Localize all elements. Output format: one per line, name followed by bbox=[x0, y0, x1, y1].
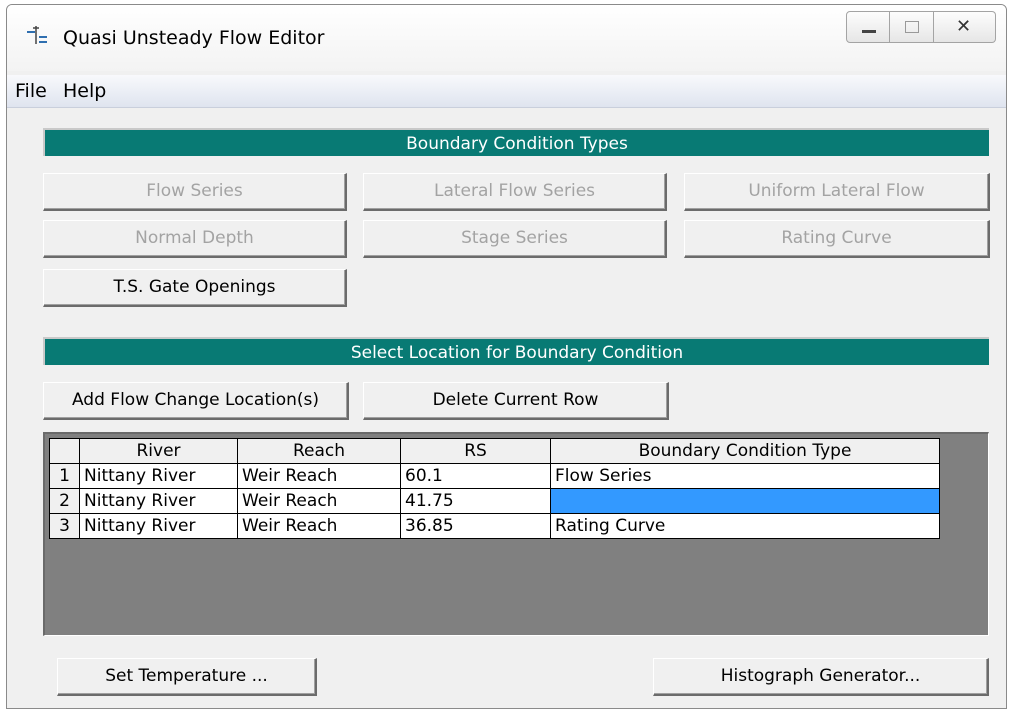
column-header-boundary-condition-type[interactable]: Boundary Condition Type bbox=[550, 438, 940, 464]
histograph-generator-button[interactable]: Histograph Generator... bbox=[653, 658, 989, 696]
table-header-row: River Reach RS Boundary Condition Type bbox=[49, 438, 940, 464]
river-cell[interactable]: Nittany River bbox=[79, 463, 238, 489]
normal-depth-button[interactable]: Normal Depth bbox=[43, 220, 347, 258]
rs-cell[interactable]: 41.75 bbox=[400, 488, 551, 514]
app-icon bbox=[27, 26, 47, 44]
reach-cell[interactable]: Weir Reach bbox=[237, 488, 401, 514]
stage-series-button[interactable]: Stage Series bbox=[363, 220, 667, 258]
rating-curve-button[interactable]: Rating Curve bbox=[684, 220, 990, 258]
row-number[interactable]: 3 bbox=[49, 513, 80, 539]
menu-help[interactable]: Help bbox=[63, 80, 106, 102]
rs-cell[interactable]: 36.85 bbox=[400, 513, 551, 539]
flow-series-button[interactable]: Flow Series bbox=[43, 173, 347, 211]
river-cell[interactable]: Nittany River bbox=[79, 513, 238, 539]
rs-cell[interactable]: 60.1 bbox=[400, 463, 551, 489]
column-header-river[interactable]: River bbox=[79, 438, 238, 464]
row-number[interactable]: 1 bbox=[49, 463, 80, 489]
boundary-condition-types-header: Boundary Condition Types bbox=[43, 128, 989, 156]
bc-type-cell[interactable]: Rating Curve bbox=[550, 513, 940, 539]
bc-type-cell[interactable]: Flow Series bbox=[550, 463, 940, 489]
table-row[interactable]: 2 Nittany River Weir Reach 41.75 bbox=[49, 488, 940, 514]
quasi-unsteady-flow-editor-window: Quasi Unsteady Flow Editor File Help Bou… bbox=[6, 4, 1007, 709]
table-corner-cell[interactable] bbox=[49, 438, 80, 464]
table-row[interactable]: 1 Nittany River Weir Reach 60.1 Flow Ser… bbox=[49, 463, 940, 489]
select-location-header: Select Location for Boundary Condition bbox=[43, 337, 989, 365]
delete-current-row-button[interactable]: Delete Current Row bbox=[363, 382, 669, 420]
lateral-flow-series-button[interactable]: Lateral Flow Series bbox=[363, 173, 667, 211]
reach-cell[interactable]: Weir Reach bbox=[237, 513, 401, 539]
uniform-lateral-flow-button[interactable]: Uniform Lateral Flow bbox=[684, 173, 990, 211]
set-temperature-button[interactable]: Set Temperature ... bbox=[57, 658, 317, 696]
bc-type-cell-selected[interactable] bbox=[550, 488, 940, 514]
window-title: Quasi Unsteady Flow Editor bbox=[63, 27, 325, 49]
boundary-locations-grid: River Reach RS Boundary Condition Type 1… bbox=[43, 432, 989, 636]
maximize-button[interactable] bbox=[890, 11, 934, 43]
column-header-rs[interactable]: RS bbox=[400, 438, 551, 464]
table-row[interactable]: 3 Nittany River Weir Reach 36.85 Rating … bbox=[49, 513, 940, 539]
row-number[interactable]: 2 bbox=[49, 488, 80, 514]
menu-bar: File Help bbox=[7, 75, 1006, 108]
menu-file[interactable]: File bbox=[15, 80, 47, 102]
minimize-button[interactable] bbox=[846, 11, 890, 43]
ts-gate-openings-button[interactable]: T.S. Gate Openings bbox=[43, 269, 347, 307]
column-header-reach[interactable]: Reach bbox=[237, 438, 401, 464]
title-bar[interactable]: Quasi Unsteady Flow Editor bbox=[7, 5, 1006, 71]
reach-cell[interactable]: Weir Reach bbox=[237, 463, 401, 489]
river-cell[interactable]: Nittany River bbox=[79, 488, 238, 514]
boundary-locations-table: River Reach RS Boundary Condition Type 1… bbox=[49, 438, 940, 539]
add-flow-change-location-button[interactable]: Add Flow Change Location(s) bbox=[43, 382, 349, 420]
close-button[interactable] bbox=[934, 11, 996, 43]
window-controls bbox=[846, 11, 996, 45]
